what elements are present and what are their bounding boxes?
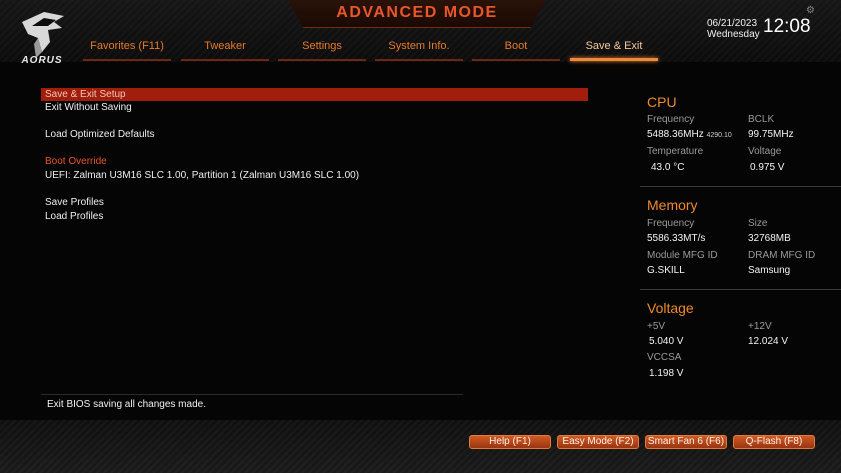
memory-size-label: Size bbox=[748, 218, 768, 229]
cpu-temperature-label: Temperature bbox=[647, 146, 704, 157]
cpu-section-title: CPU bbox=[647, 94, 677, 110]
vccsa-label: VCCSA bbox=[647, 352, 682, 363]
tab-tweaker[interactable]: Tweaker bbox=[181, 40, 269, 61]
voltage-section-title: Voltage bbox=[647, 300, 694, 316]
help-f1-button[interactable]: Help (F1) bbox=[469, 435, 551, 449]
menu-item-load-optimized-defaults[interactable]: Load Optimized Defaults bbox=[41, 128, 588, 141]
tab-label: Favorites (F11) bbox=[90, 40, 164, 52]
bclk-label: BCLK bbox=[748, 114, 775, 125]
p12v-label: +12V bbox=[748, 321, 772, 332]
tab-underline bbox=[181, 59, 269, 61]
menu-item-save-exit-setup[interactable]: Save & Exit Setup bbox=[41, 88, 588, 101]
menu-item-load-profiles[interactable]: Load Profiles bbox=[41, 210, 588, 223]
dram-mfg-label: DRAM MFG ID bbox=[748, 250, 816, 261]
tab-underline bbox=[570, 58, 658, 61]
gear-icon[interactable]: ⚙ bbox=[806, 6, 816, 16]
tab-settings[interactable]: Settings bbox=[278, 40, 366, 61]
easy-mode-f2-button[interactable]: Easy Mode (F2) bbox=[557, 435, 639, 449]
smart-fan-f6-button[interactable]: Smart Fan 6 (F6) bbox=[645, 435, 727, 449]
help-description-text: Exit BIOS saving all changes made. bbox=[47, 399, 206, 410]
tab-underline bbox=[83, 59, 171, 61]
cpu-frequency-label: Frequency bbox=[647, 114, 695, 125]
cpu-voltage-label: Voltage bbox=[748, 146, 782, 157]
memory-frequency-value: 5586.33MT/s bbox=[647, 233, 706, 244]
cpu-frequency-sub: 4290.10 bbox=[706, 132, 732, 139]
section-divider bbox=[640, 186, 841, 187]
tab-label: System Info. bbox=[388, 40, 450, 52]
section-divider bbox=[640, 289, 841, 290]
tab-label: Settings bbox=[302, 40, 342, 52]
memory-size-value: 32768MB bbox=[748, 233, 791, 244]
module-mfg-value: G.SKILL bbox=[647, 265, 685, 276]
q-flash-f8-button[interactable]: Q-Flash (F8) bbox=[733, 435, 815, 449]
menu-item-save-profiles[interactable]: Save Profiles bbox=[41, 196, 588, 209]
brand-logo-text: AORUS bbox=[21, 55, 63, 66]
tab-label: Tweaker bbox=[204, 40, 246, 52]
tab-underline bbox=[375, 59, 463, 61]
cpu-temperature-value: 43.0 °C bbox=[651, 162, 685, 173]
tab-favorites[interactable]: Favorites (F11) bbox=[83, 40, 171, 61]
help-description-bar: Exit BIOS saving all changes made. bbox=[41, 394, 463, 414]
clock-time: 12:08 bbox=[763, 16, 811, 37]
bclk-value: 99.75MHz bbox=[748, 129, 794, 140]
p5v-value: 5.040 V bbox=[649, 336, 684, 347]
tab-underline bbox=[278, 59, 366, 61]
p5v-label: +5V bbox=[647, 321, 666, 332]
dram-mfg-value: Samsung bbox=[748, 265, 791, 276]
boot-override-heading: Boot Override bbox=[45, 156, 107, 167]
menu-item-boot-uefi-zalman[interactable]: UEFI: Zalman U3M16 SLC 1.00, Partition 1… bbox=[41, 169, 588, 182]
date-text: 06/21/2023 bbox=[707, 18, 758, 29]
cpu-frequency-value: 5488.36MHz 4290.10 bbox=[647, 129, 732, 140]
memory-frequency-label: Frequency bbox=[647, 218, 695, 229]
tab-save-exit[interactable]: Save & Exit bbox=[570, 40, 658, 61]
p12v-value: 12.024 V bbox=[748, 336, 789, 347]
cpu-frequency-main: 5488.36MHz bbox=[647, 129, 704, 140]
tab-boot[interactable]: Boot bbox=[472, 40, 560, 61]
date-display: 06/21/2023 Wednesday bbox=[707, 18, 760, 40]
memory-section-title: Memory bbox=[647, 197, 698, 213]
tab-label: Save & Exit bbox=[585, 40, 643, 52]
menu-item-exit-without-saving[interactable]: Exit Without Saving bbox=[41, 101, 588, 114]
mode-title: ADVANCED MODE bbox=[336, 4, 498, 21]
vccsa-value: 1.198 V bbox=[649, 368, 684, 379]
tab-label: Boot bbox=[504, 40, 528, 52]
weekday-text: Wednesday bbox=[707, 29, 760, 40]
module-mfg-label: Module MFG ID bbox=[647, 250, 718, 261]
tab-system-info[interactable]: System Info. bbox=[375, 40, 463, 61]
tab-underline bbox=[472, 59, 560, 61]
cpu-voltage-value: 0.975 V bbox=[750, 162, 785, 173]
